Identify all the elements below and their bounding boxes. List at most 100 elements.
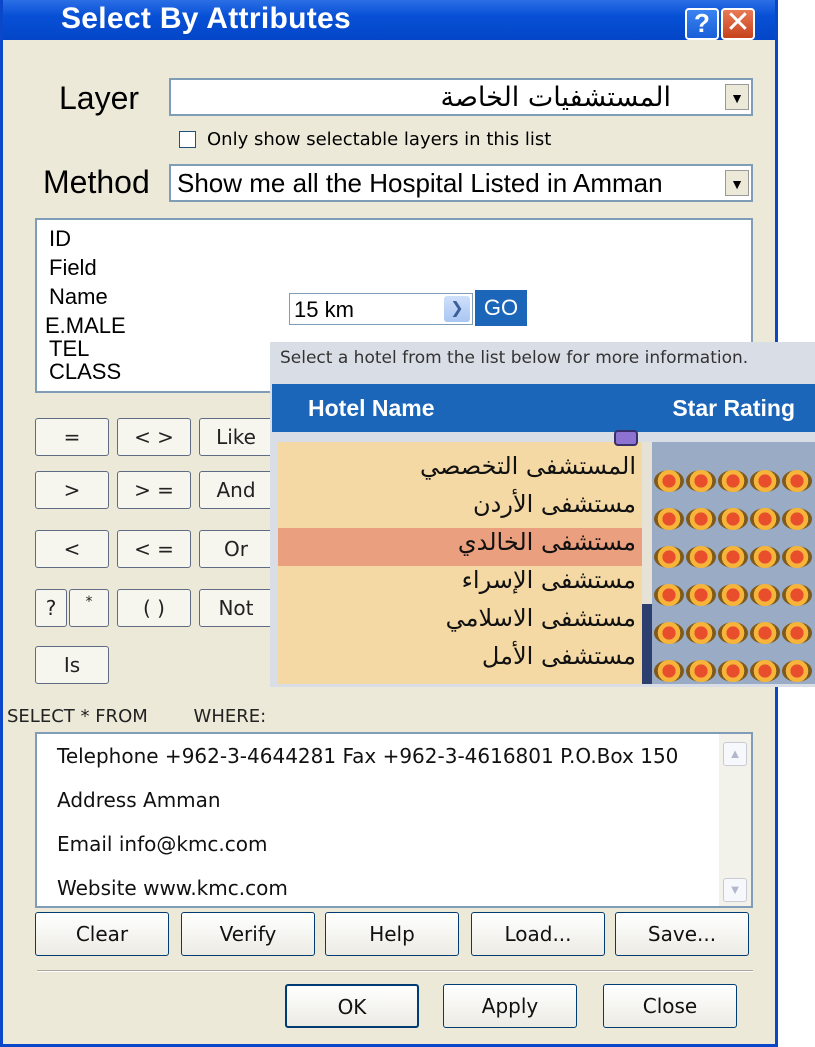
telephone-line: Telephone +962-3-4644281 Fax +962-3-4616…: [57, 744, 679, 768]
star-icon: [750, 546, 780, 568]
list-item[interactable]: Field: [49, 257, 97, 279]
star-icon: [654, 622, 684, 644]
star-icon: [686, 470, 716, 492]
hotel-scroll-thumb[interactable]: [642, 604, 652, 684]
select-from-text: SELECT * FROM: [7, 706, 148, 727]
verify-button[interactable]: Verify: [181, 912, 315, 956]
list-item[interactable]: CLASS: [49, 361, 121, 383]
select-from-label: SELECT * FROM WHERE:: [7, 706, 266, 727]
greater-equal-button[interactable]: > =: [117, 471, 191, 509]
list-item[interactable]: ID: [49, 228, 71, 250]
is-button[interactable]: Is: [35, 646, 109, 684]
list-item[interactable]: E.MALE: [45, 315, 126, 337]
scroll-handle-icon[interactable]: [614, 430, 638, 446]
ok-button[interactable]: OK: [285, 984, 419, 1028]
chevron-down-icon[interactable]: ❯: [444, 296, 470, 322]
less-equal-button[interactable]: < =: [117, 530, 191, 568]
hotel-name-header[interactable]: Hotel Name: [308, 395, 435, 422]
help-icon[interactable]: ?: [685, 8, 719, 40]
apply-button[interactable]: Apply: [443, 984, 577, 1028]
star-icon: [782, 546, 812, 568]
star-icon: [654, 470, 684, 492]
close-icon[interactable]: ✕: [721, 8, 755, 40]
star-icon: [654, 508, 684, 530]
star-ratings: [652, 442, 815, 684]
star-icon: [750, 470, 780, 492]
greater-than-button[interactable]: >: [35, 471, 109, 509]
hotel-row-selected[interactable]: مستشفى الخالدي: [278, 528, 644, 566]
star-icon: [718, 584, 748, 606]
star-icon: [782, 470, 812, 492]
star-icon: [782, 508, 812, 530]
only-selectable-checkbox[interactable]: [179, 131, 196, 148]
title-bar[interactable]: Select By Attributes ? ✕: [3, 0, 775, 40]
star-icon: [686, 622, 716, 644]
and-button[interactable]: And: [199, 471, 273, 509]
hotel-row[interactable]: مستشفى الاسلامي: [278, 604, 644, 642]
star-wildcard-button[interactable]: *: [69, 589, 109, 627]
not-button[interactable]: Not: [199, 589, 273, 627]
star-icon: [782, 584, 812, 606]
star-icon: [718, 622, 748, 644]
hotel-row[interactable]: مستشفى الأمل: [278, 642, 644, 680]
star-rating-header[interactable]: Star Rating: [672, 395, 795, 422]
star-icon: [686, 546, 716, 568]
star-icon: [654, 660, 684, 682]
star-icon: [782, 660, 812, 682]
hotel-listbox[interactable]: المستشفى التخصصي مستشفى الأردن مستشفى ال…: [278, 442, 644, 684]
list-item[interactable]: TEL: [49, 338, 89, 360]
star-icon: [686, 584, 716, 606]
like-button[interactable]: Like: [199, 418, 273, 456]
star-icon: [718, 660, 748, 682]
go-button[interactable]: GO: [475, 290, 527, 326]
parentheses-button[interactable]: ( ): [117, 589, 191, 627]
clear-button[interactable]: Clear: [35, 912, 169, 956]
where-clause-box[interactable]: Telephone +962-3-4644281 Fax +962-3-4616…: [35, 732, 753, 908]
scroll-up-icon[interactable]: ▲: [723, 742, 747, 766]
hotel-row[interactable]: المستشفى التخصصي: [278, 452, 644, 490]
or-button[interactable]: Or: [199, 530, 273, 568]
separator: [37, 970, 753, 972]
close-button[interactable]: Close: [603, 984, 737, 1028]
help-button[interactable]: Help: [325, 912, 459, 956]
chevron-down-icon[interactable]: ▼: [725, 170, 749, 196]
method-label: Method: [43, 164, 150, 200]
load-button[interactable]: Load...: [471, 912, 605, 956]
dialog-title: Select By Attributes: [61, 2, 351, 35]
star-icon: [718, 508, 748, 530]
star-icon: [750, 508, 780, 530]
not-equal-button[interactable]: < >: [117, 418, 191, 456]
less-than-button[interactable]: <: [35, 530, 109, 568]
address-line: Address Amman: [57, 788, 221, 812]
method-dropdown[interactable]: Show me all the Hospital Listed in Amman…: [169, 164, 753, 202]
scroll-down-icon[interactable]: ▼: [723, 878, 747, 902]
star-icon: [750, 660, 780, 682]
save-button[interactable]: Save...: [615, 912, 749, 956]
star-icon: [718, 470, 748, 492]
layer-label: Layer: [59, 80, 140, 116]
where-text: WHERE:: [193, 706, 267, 727]
hotel-list-panel: Select a hotel from the list below for m…: [270, 342, 815, 687]
star-icon: [750, 622, 780, 644]
star-icon: [686, 660, 716, 682]
star-icon: [686, 508, 716, 530]
star-icon: [750, 584, 780, 606]
layer-dropdown[interactable]: المستشفيات الخاصة ▼: [169, 78, 753, 116]
star-icon: [718, 546, 748, 568]
layer-value: المستشفيات الخاصة: [440, 82, 671, 113]
method-value: Show me all the Hospital Listed in Amman: [177, 168, 663, 198]
question-wildcard-button[interactable]: ?: [35, 589, 67, 627]
where-scrollbar[interactable]: ▲ ▼: [719, 734, 751, 906]
distance-value: 15 km: [294, 297, 354, 322]
panel-caption: Select a hotel from the list below for m…: [280, 348, 749, 368]
only-selectable-label: Only show selectable layers in this list: [207, 129, 552, 150]
star-icon: [654, 584, 684, 606]
website-line: Website www.kmc.com: [57, 876, 288, 900]
hotel-row[interactable]: مستشفى الإسراء: [278, 566, 644, 604]
list-item[interactable]: Name: [49, 286, 108, 308]
hotel-row[interactable]: مستشفى الأردن: [278, 490, 644, 528]
chevron-down-icon[interactable]: ▼: [725, 84, 749, 110]
star-icon: [654, 546, 684, 568]
distance-select[interactable]: 15 km ❯: [289, 293, 473, 325]
equals-button[interactable]: =: [35, 418, 109, 456]
